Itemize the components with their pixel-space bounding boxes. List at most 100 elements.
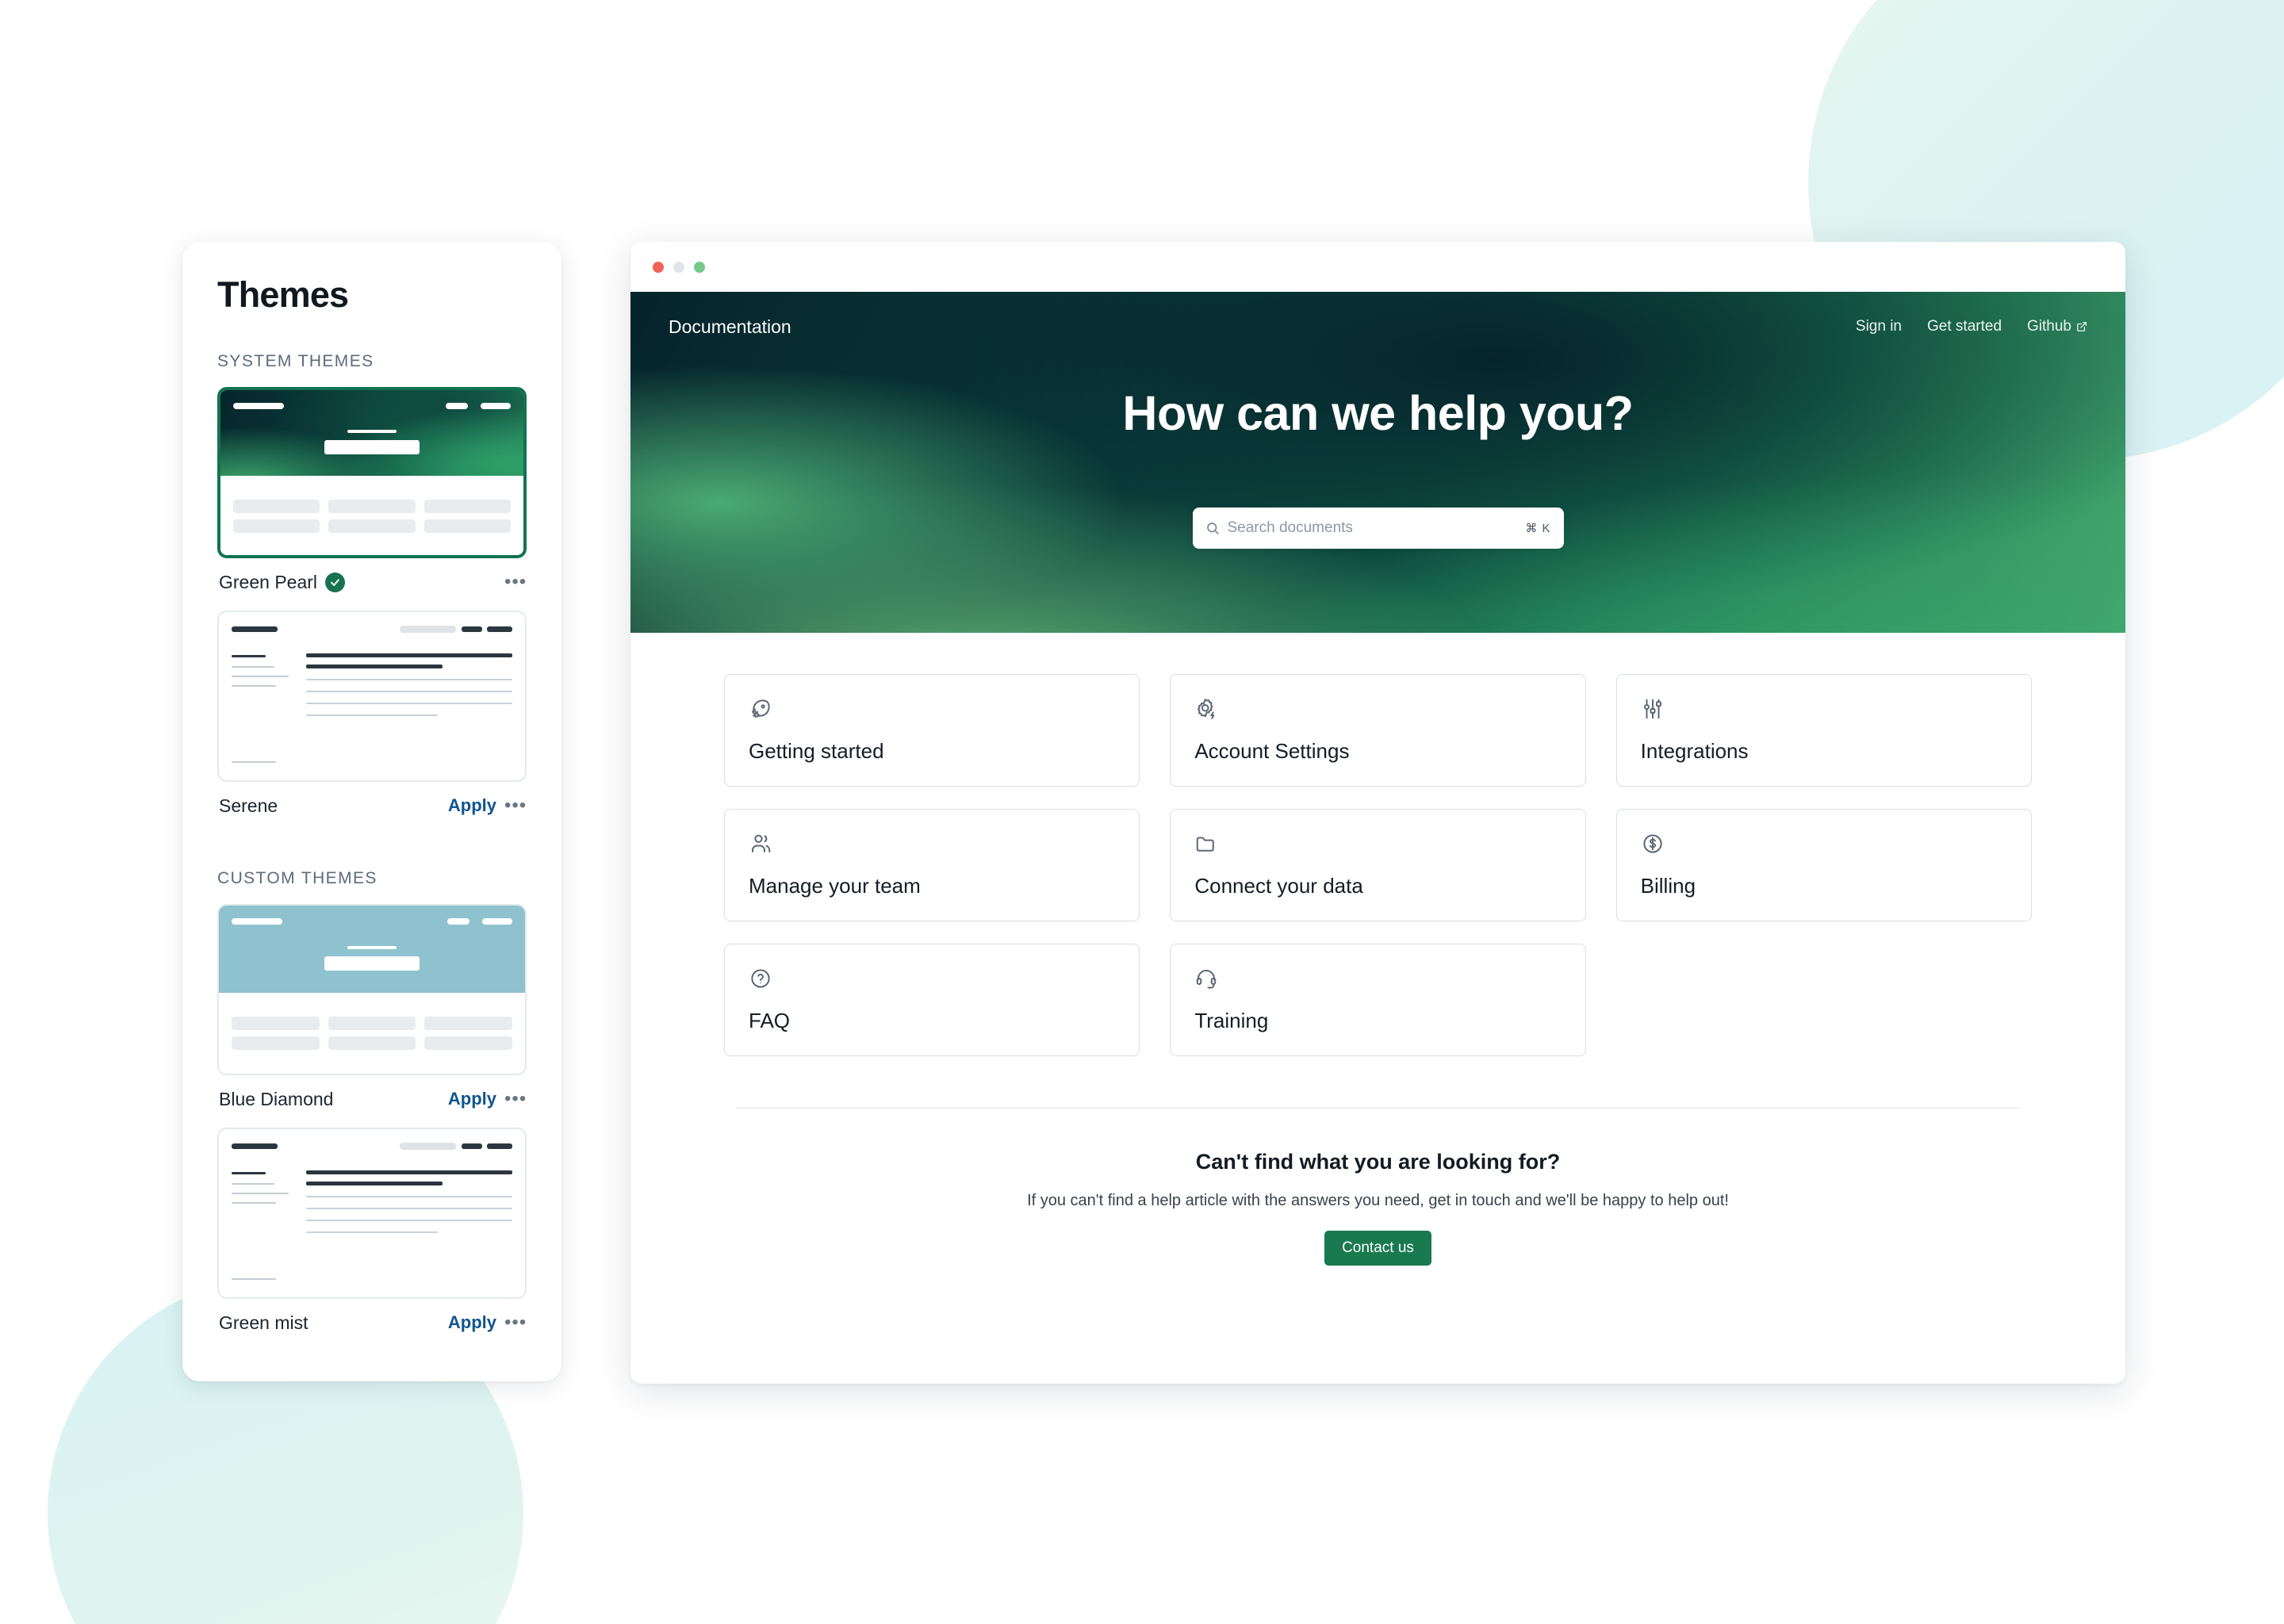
- thumb-doc-topbar: [232, 1142, 512, 1150]
- theme-thumbnail-serene[interactable]: [217, 611, 527, 782]
- thumb-card: [423, 500, 511, 514]
- theme-name: Green mist: [219, 1312, 308, 1333]
- headset-icon: [1194, 967, 1221, 994]
- card-faq[interactable]: FAQ: [724, 944, 1140, 1056]
- thumb-doc-footer: [232, 761, 276, 763]
- thumb-card: [233, 500, 320, 514]
- card-account-settings[interactable]: Account Settings: [1170, 674, 1586, 787]
- apply-button[interactable]: Apply: [448, 1089, 496, 1109]
- thumb-nav-bar-2: [482, 918, 512, 925]
- dollar-circle-icon: [1641, 832, 1668, 859]
- browser-window: Documentation Sign in Get started Github…: [630, 242, 2125, 1384]
- theme-thumbnail-blue-diamond[interactable]: [217, 904, 527, 1075]
- thumb-nav-bar-2: [481, 403, 511, 409]
- card-integrations[interactable]: Integrations: [1615, 674, 2032, 787]
- theme-menu-button[interactable]: •••: [504, 573, 526, 592]
- thumb-card: [423, 519, 511, 534]
- minimize-window-icon[interactable]: [673, 261, 684, 273]
- sliders-icon: [1641, 697, 1668, 724]
- card-label: Training: [1194, 1009, 1269, 1032]
- section-label-system: SYSTEM THEMES: [217, 352, 374, 370]
- thumb-card-grid: [233, 500, 511, 534]
- theme-thumbnail-green-pearl[interactable]: [217, 387, 527, 558]
- theme-item-green-pearl[interactable]: Green Pearl •••: [217, 387, 527, 606]
- thumb-card: [328, 1017, 416, 1031]
- help-topic-grid: Getting started Account Settings Integra…: [724, 674, 2032, 1056]
- thumb-card-grid: [232, 1017, 512, 1051]
- thumb-card: [233, 519, 320, 534]
- theme-row-blue-diamond: Blue Diamond Apply •••: [217, 1075, 527, 1123]
- footer-subtitle: If you can't find a help article with th…: [1027, 1192, 1729, 1209]
- card-label: Connect your data: [1194, 874, 1363, 898]
- apply-button[interactable]: Apply: [448, 1312, 496, 1333]
- thumb-doc-topbar: [232, 625, 512, 633]
- thumb-doc-columns: [232, 1170, 512, 1245]
- card-connect-your-data[interactable]: Connect your data: [1170, 809, 1586, 921]
- nav-links: Sign in Get started Github: [1856, 318, 2087, 335]
- theme-thumbnail-green-mist[interactable]: [217, 1128, 527, 1299]
- rocket-icon: [749, 697, 776, 724]
- thumb-search-bar: [324, 956, 420, 971]
- theme-name: Serene: [219, 795, 278, 816]
- theme-menu-button[interactable]: •••: [504, 796, 526, 815]
- theme-menu-button[interactable]: •••: [504, 1313, 526, 1332]
- thumb-doc-sidebar: [232, 653, 292, 728]
- theme-item-blue-diamond[interactable]: Blue Diamond Apply •••: [217, 904, 527, 1123]
- search-icon: [1206, 523, 1219, 534]
- card-label: Integrations: [1640, 739, 1749, 763]
- section-label-custom: CUSTOM THEMES: [217, 869, 377, 887]
- card-manage-your-team[interactable]: Manage your team: [724, 809, 1140, 921]
- thumb-card: [424, 1036, 512, 1051]
- thumb-doc-sidebar: [232, 1170, 292, 1245]
- hero-banner: Documentation Sign in Get started Github…: [630, 292, 2125, 633]
- folder-icon: [1194, 832, 1221, 859]
- card-billing[interactable]: Billing: [1615, 809, 2032, 921]
- thumb-nav-bar-2: [487, 626, 512, 632]
- apply-button[interactable]: Apply: [448, 795, 496, 816]
- nav-link-get-started[interactable]: Get started: [1927, 318, 2002, 335]
- card-training[interactable]: Training: [1170, 944, 1586, 1056]
- gear-bolt-icon: [1194, 697, 1221, 724]
- theme-item-green-mist[interactable]: Green mist Apply •••: [217, 1128, 527, 1346]
- footer-title: Can't find what you are looking for?: [1195, 1150, 1561, 1174]
- thumb-doc-footer: [232, 1278, 276, 1280]
- search-box[interactable]: ⌘ K: [1192, 508, 1564, 549]
- card-label: Getting started: [749, 739, 884, 763]
- thumb-card: [328, 1036, 416, 1051]
- thumb-nav-bar-2: [487, 1143, 512, 1149]
- search-input[interactable]: [1227, 519, 1518, 537]
- theme-row-green-pearl: Green Pearl •••: [217, 558, 527, 606]
- thumb-doc-columns: [232, 653, 512, 728]
- page-title: Themes: [217, 274, 349, 315]
- thumb-search-pill: [400, 625, 456, 633]
- thumb-hero-area: [220, 390, 523, 477]
- site-navbar: Documentation Sign in Get started Github: [630, 292, 2125, 362]
- card-label: Billing: [1640, 874, 1696, 898]
- thumb-logo-bar: [233, 403, 284, 409]
- theme-name: Blue Diamond: [219, 1088, 334, 1109]
- contact-us-button[interactable]: Contact us: [1324, 1231, 1431, 1266]
- theme-menu-button[interactable]: •••: [504, 1090, 526, 1109]
- close-window-icon[interactable]: [653, 261, 664, 273]
- thumb-body-area: [219, 993, 525, 1074]
- thumb-card: [328, 500, 416, 514]
- theme-item-serene[interactable]: Serene Apply •••: [217, 611, 527, 829]
- thumb-nav-bar-1: [462, 626, 482, 632]
- users-icon: [749, 832, 776, 859]
- external-link-icon: [2077, 322, 2087, 331]
- thumb-doc-main: [306, 1170, 512, 1245]
- check-circle-icon: [325, 572, 346, 592]
- card-label: Account Settings: [1194, 739, 1350, 763]
- card-label: Manage your team: [749, 874, 921, 898]
- nav-link-github-label: Github: [2027, 318, 2071, 335]
- thumb-doc-main: [306, 653, 512, 728]
- hero-title: How can we help you?: [1122, 386, 1634, 440]
- nav-link-github[interactable]: Github: [2027, 318, 2087, 335]
- thumb-card: [232, 1017, 320, 1031]
- nav-link-sign-in[interactable]: Sign in: [1856, 318, 1902, 335]
- card-getting-started[interactable]: Getting started: [724, 674, 1140, 787]
- maximize-window-icon[interactable]: [694, 261, 705, 273]
- thumb-nav-bar-1: [447, 918, 469, 925]
- thumb-body-area: [220, 476, 523, 555]
- thumb-nav-bar-1: [446, 403, 468, 409]
